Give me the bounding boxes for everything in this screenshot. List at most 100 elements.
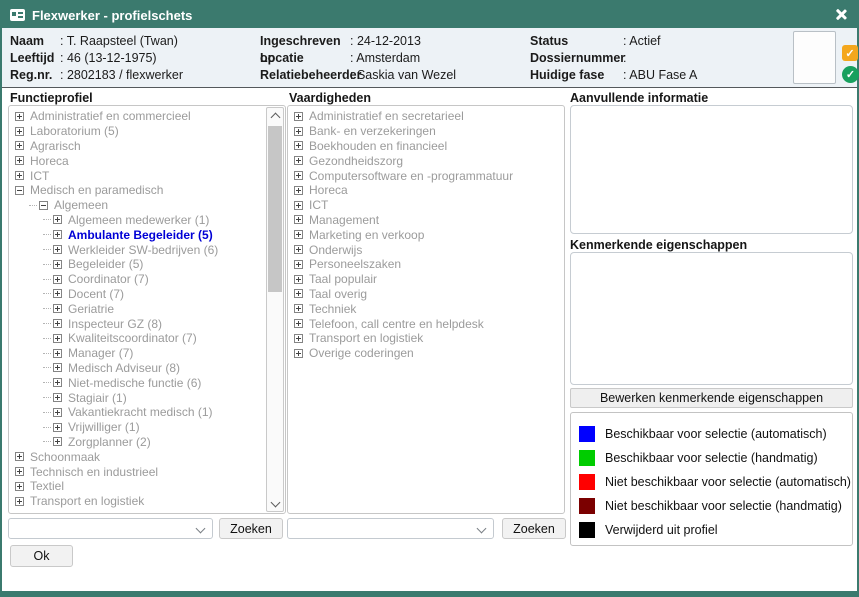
- tree-item-label[interactable]: Bank- en verzekeringen: [309, 124, 436, 138]
- tree-item[interactable]: Begeleider (5): [9, 257, 285, 272]
- expand-icon[interactable]: [294, 334, 303, 343]
- tree-item[interactable]: Medisch en paramedisch: [9, 183, 285, 198]
- scroll-up-icon[interactable]: [271, 112, 279, 120]
- tree-item-label[interactable]: Management: [309, 213, 379, 227]
- expand-icon[interactable]: [15, 156, 24, 165]
- tree-item[interactable]: Transport en logistiek: [9, 494, 285, 509]
- tree-item-label[interactable]: Taal populair: [309, 272, 377, 286]
- tree-item[interactable]: Boekhouden en financieel: [288, 139, 564, 154]
- collapse-icon[interactable]: [39, 201, 48, 210]
- tree-item-label[interactable]: Horeca: [309, 183, 348, 197]
- scroll-thumb[interactable]: [268, 126, 282, 292]
- expand-icon[interactable]: [53, 423, 62, 432]
- tree-item-label[interactable]: Kwaliteitscoordinator (7): [68, 331, 197, 345]
- expand-icon[interactable]: [15, 112, 24, 121]
- tree-item-label[interactable]: Agrarisch: [30, 139, 81, 153]
- orange-checkbox-icon[interactable]: ✓: [842, 45, 858, 61]
- tree-item[interactable]: Overige coderingen: [288, 346, 564, 361]
- tree-item[interactable]: Stagiair (1): [9, 390, 285, 405]
- expand-icon[interactable]: [15, 497, 24, 506]
- expand-icon[interactable]: [294, 171, 303, 180]
- tree-item-label[interactable]: Stagiair (1): [68, 391, 127, 405]
- tree-item[interactable]: Kwaliteitscoordinator (7): [9, 331, 285, 346]
- tree-item-label[interactable]: Personeelszaken: [309, 257, 401, 271]
- tree-item-label[interactable]: Taal overig: [309, 287, 367, 301]
- tree-item-label[interactable]: Marketing en verkoop: [309, 228, 424, 242]
- tree-item[interactable]: Ambulante Begeleider (5): [9, 227, 285, 242]
- chevron-down-icon[interactable]: [197, 525, 204, 532]
- expand-icon[interactable]: [294, 289, 303, 298]
- tree-item-label[interactable]: Computersoftware en -programmatuur: [309, 169, 513, 183]
- tree-item-label[interactable]: Laboratorium (5): [30, 124, 119, 138]
- expand-icon[interactable]: [15, 127, 24, 136]
- tree-item-label[interactable]: Technisch en industrieel: [30, 465, 158, 479]
- tree-item[interactable]: Agrarisch: [9, 139, 285, 154]
- tree-item-label[interactable]: Transport en logistiek: [309, 331, 423, 345]
- collapse-icon[interactable]: [15, 186, 24, 195]
- tree-item[interactable]: Technisch en industrieel: [9, 464, 285, 479]
- functieprofiel-tree[interactable]: Administratief en commercieelLaboratoriu…: [8, 105, 286, 514]
- expand-icon[interactable]: [53, 230, 62, 239]
- tree-item[interactable]: Marketing en verkoop: [288, 227, 564, 242]
- chevron-down-icon[interactable]: [478, 525, 485, 532]
- tree-item[interactable]: Horeca: [288, 183, 564, 198]
- expand-icon[interactable]: [15, 482, 24, 491]
- tree-item[interactable]: Taal overig: [288, 287, 564, 302]
- tree-item[interactable]: ICT: [288, 198, 564, 213]
- expand-icon[interactable]: [53, 349, 62, 358]
- expand-icon[interactable]: [294, 319, 303, 328]
- kenmerkende-eigenschappen-textarea[interactable]: [570, 252, 853, 385]
- tree-item-label[interactable]: Niet-medische functie (6): [68, 376, 201, 390]
- tree-item-label[interactable]: Horeca: [30, 154, 69, 168]
- expand-icon[interactable]: [294, 156, 303, 165]
- scroll-down-icon[interactable]: [271, 499, 279, 507]
- tree-item-label[interactable]: Coordinator (7): [68, 272, 149, 286]
- tree-item[interactable]: Werkleider SW-bedrijven (6): [9, 242, 285, 257]
- tree-item-label[interactable]: Algemeen medewerker (1): [68, 213, 209, 227]
- expand-icon[interactable]: [15, 141, 24, 150]
- expand-icon[interactable]: [53, 215, 62, 224]
- expand-icon[interactable]: [53, 245, 62, 254]
- tree-item[interactable]: Administratief en secretarieel: [288, 109, 564, 124]
- tree-item-label[interactable]: Zorgplanner (2): [68, 435, 151, 449]
- tree-item[interactable]: Geriatrie: [9, 301, 285, 316]
- tree-item[interactable]: Gezondheidszorg: [288, 153, 564, 168]
- tree-item[interactable]: Telefoon, call centre en helpdesk: [288, 316, 564, 331]
- tree-item[interactable]: Techniek: [288, 301, 564, 316]
- tree-item[interactable]: Manager (7): [9, 346, 285, 361]
- expand-icon[interactable]: [294, 275, 303, 284]
- tree-item-label[interactable]: Manager (7): [68, 346, 133, 360]
- tree-item-label[interactable]: Geriatrie: [68, 302, 114, 316]
- tree-item[interactable]: Taal populair: [288, 272, 564, 287]
- tree-item-label[interactable]: Telefoon, call centre en helpdesk: [309, 317, 484, 331]
- tree-item[interactable]: Inspecteur GZ (8): [9, 316, 285, 331]
- vaardigheden-zoeken-button[interactable]: Zoeken: [502, 518, 566, 539]
- tree-item[interactable]: Niet-medische functie (6): [9, 375, 285, 390]
- ok-button[interactable]: Ok: [10, 545, 73, 567]
- tree-item[interactable]: Docent (7): [9, 287, 285, 302]
- expand-icon[interactable]: [53, 378, 62, 387]
- expand-icon[interactable]: [53, 408, 62, 417]
- tree-item-label[interactable]: Schoonmaak: [30, 450, 100, 464]
- expand-icon[interactable]: [53, 260, 62, 269]
- tree-item[interactable]: Algemeen medewerker (1): [9, 213, 285, 228]
- expand-icon[interactable]: [294, 245, 303, 254]
- expand-icon[interactable]: [53, 437, 62, 446]
- expand-icon[interactable]: [294, 112, 303, 121]
- expand-icon[interactable]: [294, 349, 303, 358]
- expand-icon[interactable]: [53, 393, 62, 402]
- tree-item[interactable]: Administratief en commercieel: [9, 109, 285, 124]
- tree-item[interactable]: Vakantiekracht medisch (1): [9, 405, 285, 420]
- expand-icon[interactable]: [294, 260, 303, 269]
- tree-item[interactable]: Computersoftware en -programmatuur: [288, 168, 564, 183]
- tree-item-label[interactable]: Transport en logistiek: [30, 494, 144, 508]
- tree-item-label[interactable]: Medisch Adviseur (8): [68, 361, 180, 375]
- expand-icon[interactable]: [294, 127, 303, 136]
- expand-icon[interactable]: [294, 141, 303, 150]
- tree-item[interactable]: Algemeen: [9, 198, 285, 213]
- tree-item-label[interactable]: Inspecteur GZ (8): [68, 317, 162, 331]
- tree-item[interactable]: Schoonmaak: [9, 449, 285, 464]
- functieprofiel-zoeken-button[interactable]: Zoeken: [219, 518, 283, 539]
- tree-item-label[interactable]: Boekhouden en financieel: [309, 139, 447, 153]
- close-icon[interactable]: [834, 8, 847, 21]
